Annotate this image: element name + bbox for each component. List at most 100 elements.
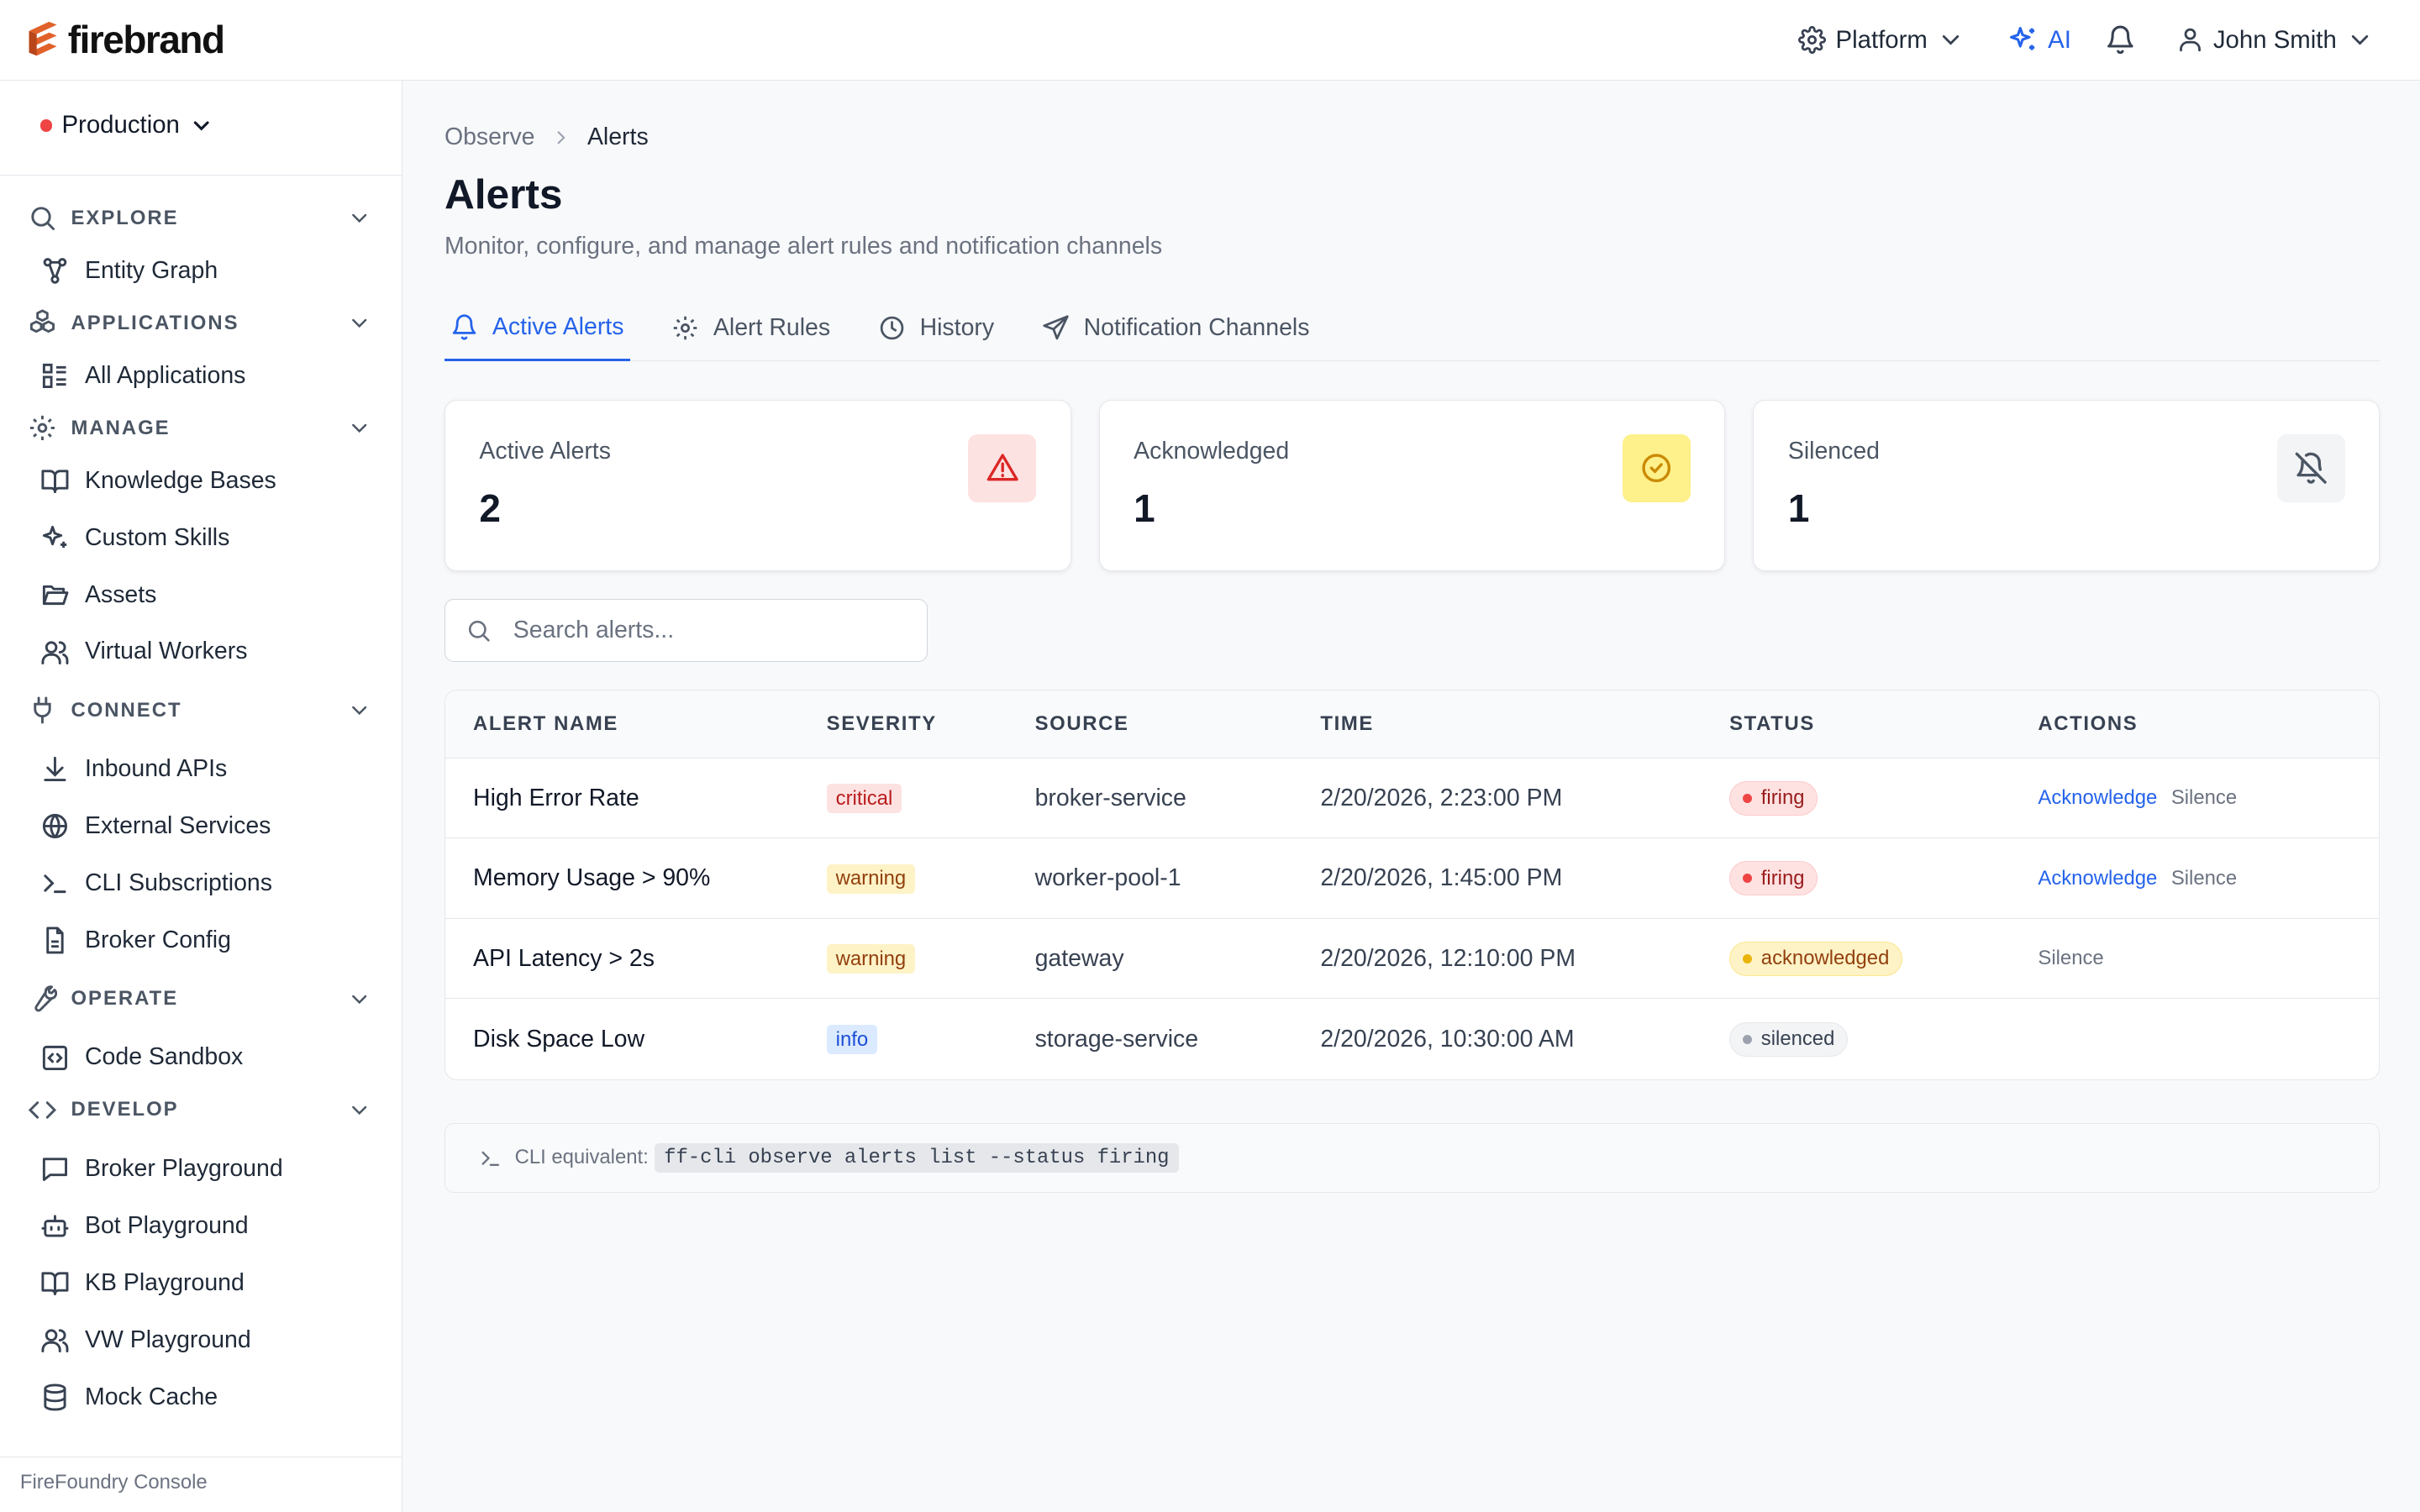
silence-button[interactable]: Silence xyxy=(2171,867,2237,890)
section-label: MANAGE xyxy=(71,416,171,439)
cli-label: CLI equivalent: xyxy=(514,1146,649,1169)
acknowledge-button[interactable]: Acknowledge xyxy=(2038,867,2157,890)
column-header[interactable]: STATUS xyxy=(1729,712,2038,736)
sidebar-item-virtual-workers[interactable]: Virtual Workers xyxy=(0,623,402,680)
table-row: High Error Rate critical broker-service … xyxy=(445,759,2380,839)
section-explore[interactable]: EXPLORE xyxy=(0,194,402,242)
tab-label: Notification Channels xyxy=(1083,313,1310,341)
status-badge: acknowledged xyxy=(1729,941,1903,976)
alerts-table: ALERT NAME SEVERITY SOURCE TIME STATUS A… xyxy=(444,689,2381,1080)
platform-menu[interactable]: Platform xyxy=(1798,26,1965,55)
chevron-down-icon xyxy=(352,423,367,433)
summary-cards: Active Alerts 2 Acknowledged 1 Silenced … xyxy=(444,399,2381,571)
column-header[interactable]: SEVERITY xyxy=(827,712,1035,736)
card-icon-box xyxy=(2276,434,2345,502)
sidebar-item-external-services[interactable]: External Services xyxy=(0,798,402,855)
alert-time: 2/20/2026, 10:30:00 AM xyxy=(1320,1025,1575,1053)
sidebar-item-custom-skills[interactable]: Custom Skills xyxy=(0,509,402,566)
section-develop[interactable]: DEVELOP xyxy=(0,1086,402,1134)
acknowledge-button[interactable]: Acknowledge xyxy=(2038,786,2157,810)
sidebar-item-label: VW Playground xyxy=(85,1326,251,1353)
severity-badge: info xyxy=(826,1025,878,1055)
users-icon xyxy=(41,1328,69,1352)
chevron-down-icon xyxy=(352,213,367,223)
card-icon-box xyxy=(1623,434,1691,502)
tab-notification-channels[interactable]: Notification Channels xyxy=(1036,297,1316,360)
tab-history[interactable]: History xyxy=(872,297,1001,360)
section-operate[interactable]: OPERATE xyxy=(0,975,402,1023)
severity-badge: critical xyxy=(826,784,902,814)
table-row: API Latency > 2s warning gateway 2/20/20… xyxy=(445,919,2380,1000)
chevron-down-icon xyxy=(2351,35,2368,45)
card-value: 2 xyxy=(479,486,501,530)
silence-button[interactable]: Silence xyxy=(2038,947,2103,970)
sidebar-item-assets[interactable]: Assets xyxy=(0,566,402,623)
firebrand-logo-icon xyxy=(29,21,57,56)
sidebar-item-knowledge-bases[interactable]: Knowledge Bases xyxy=(0,452,402,509)
sidebar: Production EXPLORE Entity Graph APPLICAT… xyxy=(0,80,403,1512)
gear-icon xyxy=(1798,26,1827,55)
sidebar-item-all-applications[interactable]: All Applications xyxy=(0,347,402,404)
section-connect[interactable]: CONNECT xyxy=(0,686,402,734)
bell-icon xyxy=(2107,25,2133,55)
status-badge: firing xyxy=(1729,780,1818,816)
sidebar-item-kb-playground[interactable]: KB Playground xyxy=(0,1254,402,1311)
app-logo[interactable]: firebrand xyxy=(24,18,225,62)
alert-source: storage-service xyxy=(1034,1025,1199,1053)
tab-alert-rules[interactable]: Alert Rules xyxy=(666,297,836,360)
grid-list-icon xyxy=(42,363,66,388)
status-dot xyxy=(1742,1034,1752,1044)
section-label: EXPLORE xyxy=(71,206,179,229)
column-header[interactable]: SOURCE xyxy=(1035,712,1321,736)
user-name: John Smith xyxy=(2212,25,2337,54)
chevron-down-icon xyxy=(193,121,209,131)
sidebar-item-label: Broker Playground xyxy=(85,1154,283,1182)
section-label: OPERATE xyxy=(71,987,179,1011)
search-input[interactable] xyxy=(513,616,899,644)
sidebar-item-entity-graph[interactable]: Entity Graph xyxy=(0,242,402,299)
sidebar-item-label: All Applications xyxy=(85,361,246,389)
tab-label: Active Alerts xyxy=(492,313,624,341)
status-dot xyxy=(1742,793,1752,803)
sidebar-item-label: Custom Skills xyxy=(85,523,230,551)
tab-active-alerts[interactable]: Active Alerts xyxy=(444,297,630,361)
tab-label: History xyxy=(919,313,995,341)
sidebar-item-bot-playground[interactable]: Bot Playground xyxy=(0,1197,402,1254)
breadcrumb: Observe Alerts xyxy=(445,123,649,151)
app-name: firebrand xyxy=(67,18,225,62)
platform-label: Platform xyxy=(1835,25,1928,54)
alert-time: 2/20/2026, 12:10:00 PM xyxy=(1320,944,1576,972)
sidebar-item-vw-playground[interactable]: VW Playground xyxy=(0,1311,402,1368)
terminal-icon xyxy=(44,874,66,894)
sidebar-item-label: Code Sandbox xyxy=(85,1043,244,1071)
card-acknowledged: Acknowledged 1 xyxy=(1098,399,1726,571)
silence-button[interactable]: Silence xyxy=(2171,786,2237,810)
sidebar-item-mock-cache[interactable]: Mock Cache xyxy=(0,1368,402,1425)
ai-button[interactable]: AI xyxy=(2007,24,2071,55)
sidebar-item-label: Inbound APIs xyxy=(85,755,228,783)
section-label: DEVELOP xyxy=(71,1098,179,1121)
column-header[interactable]: ALERT NAME xyxy=(445,712,827,736)
sidebar-item-cli-subscriptions[interactable]: CLI Subscriptions xyxy=(0,854,402,911)
bell-icon xyxy=(453,314,476,340)
alert-source: worker-pool-1 xyxy=(1034,864,1181,892)
environment-selector[interactable]: Production xyxy=(39,111,214,139)
sidebar-item-code-sandbox[interactable]: Code Sandbox xyxy=(0,1029,402,1086)
environment-status-dot xyxy=(39,118,53,132)
notifications-button[interactable] xyxy=(2105,24,2136,55)
folder-open-icon xyxy=(42,585,69,605)
sidebar-item-inbound-apis[interactable]: Inbound APIs xyxy=(0,741,402,798)
download-icon xyxy=(44,757,66,782)
page-title: Alerts xyxy=(444,171,563,218)
user-menu[interactable]: John Smith xyxy=(2176,26,2374,55)
plug-icon xyxy=(34,696,51,724)
sidebar-item-broker-config[interactable]: Broker Config xyxy=(0,911,402,969)
cli-command[interactable]: ff-cli observe alerts list --status firi… xyxy=(655,1143,1179,1173)
section-applications[interactable]: APPLICATIONS xyxy=(0,299,402,347)
sidebar-item-label: Virtual Workers xyxy=(85,638,248,665)
breadcrumb-observe[interactable]: Observe xyxy=(445,123,535,151)
section-manage[interactable]: MANAGE xyxy=(0,404,402,452)
sidebar-item-broker-playground[interactable]: Broker Playground xyxy=(0,1140,402,1197)
column-header[interactable]: TIME xyxy=(1320,712,1729,736)
message-square-icon xyxy=(42,1158,67,1181)
